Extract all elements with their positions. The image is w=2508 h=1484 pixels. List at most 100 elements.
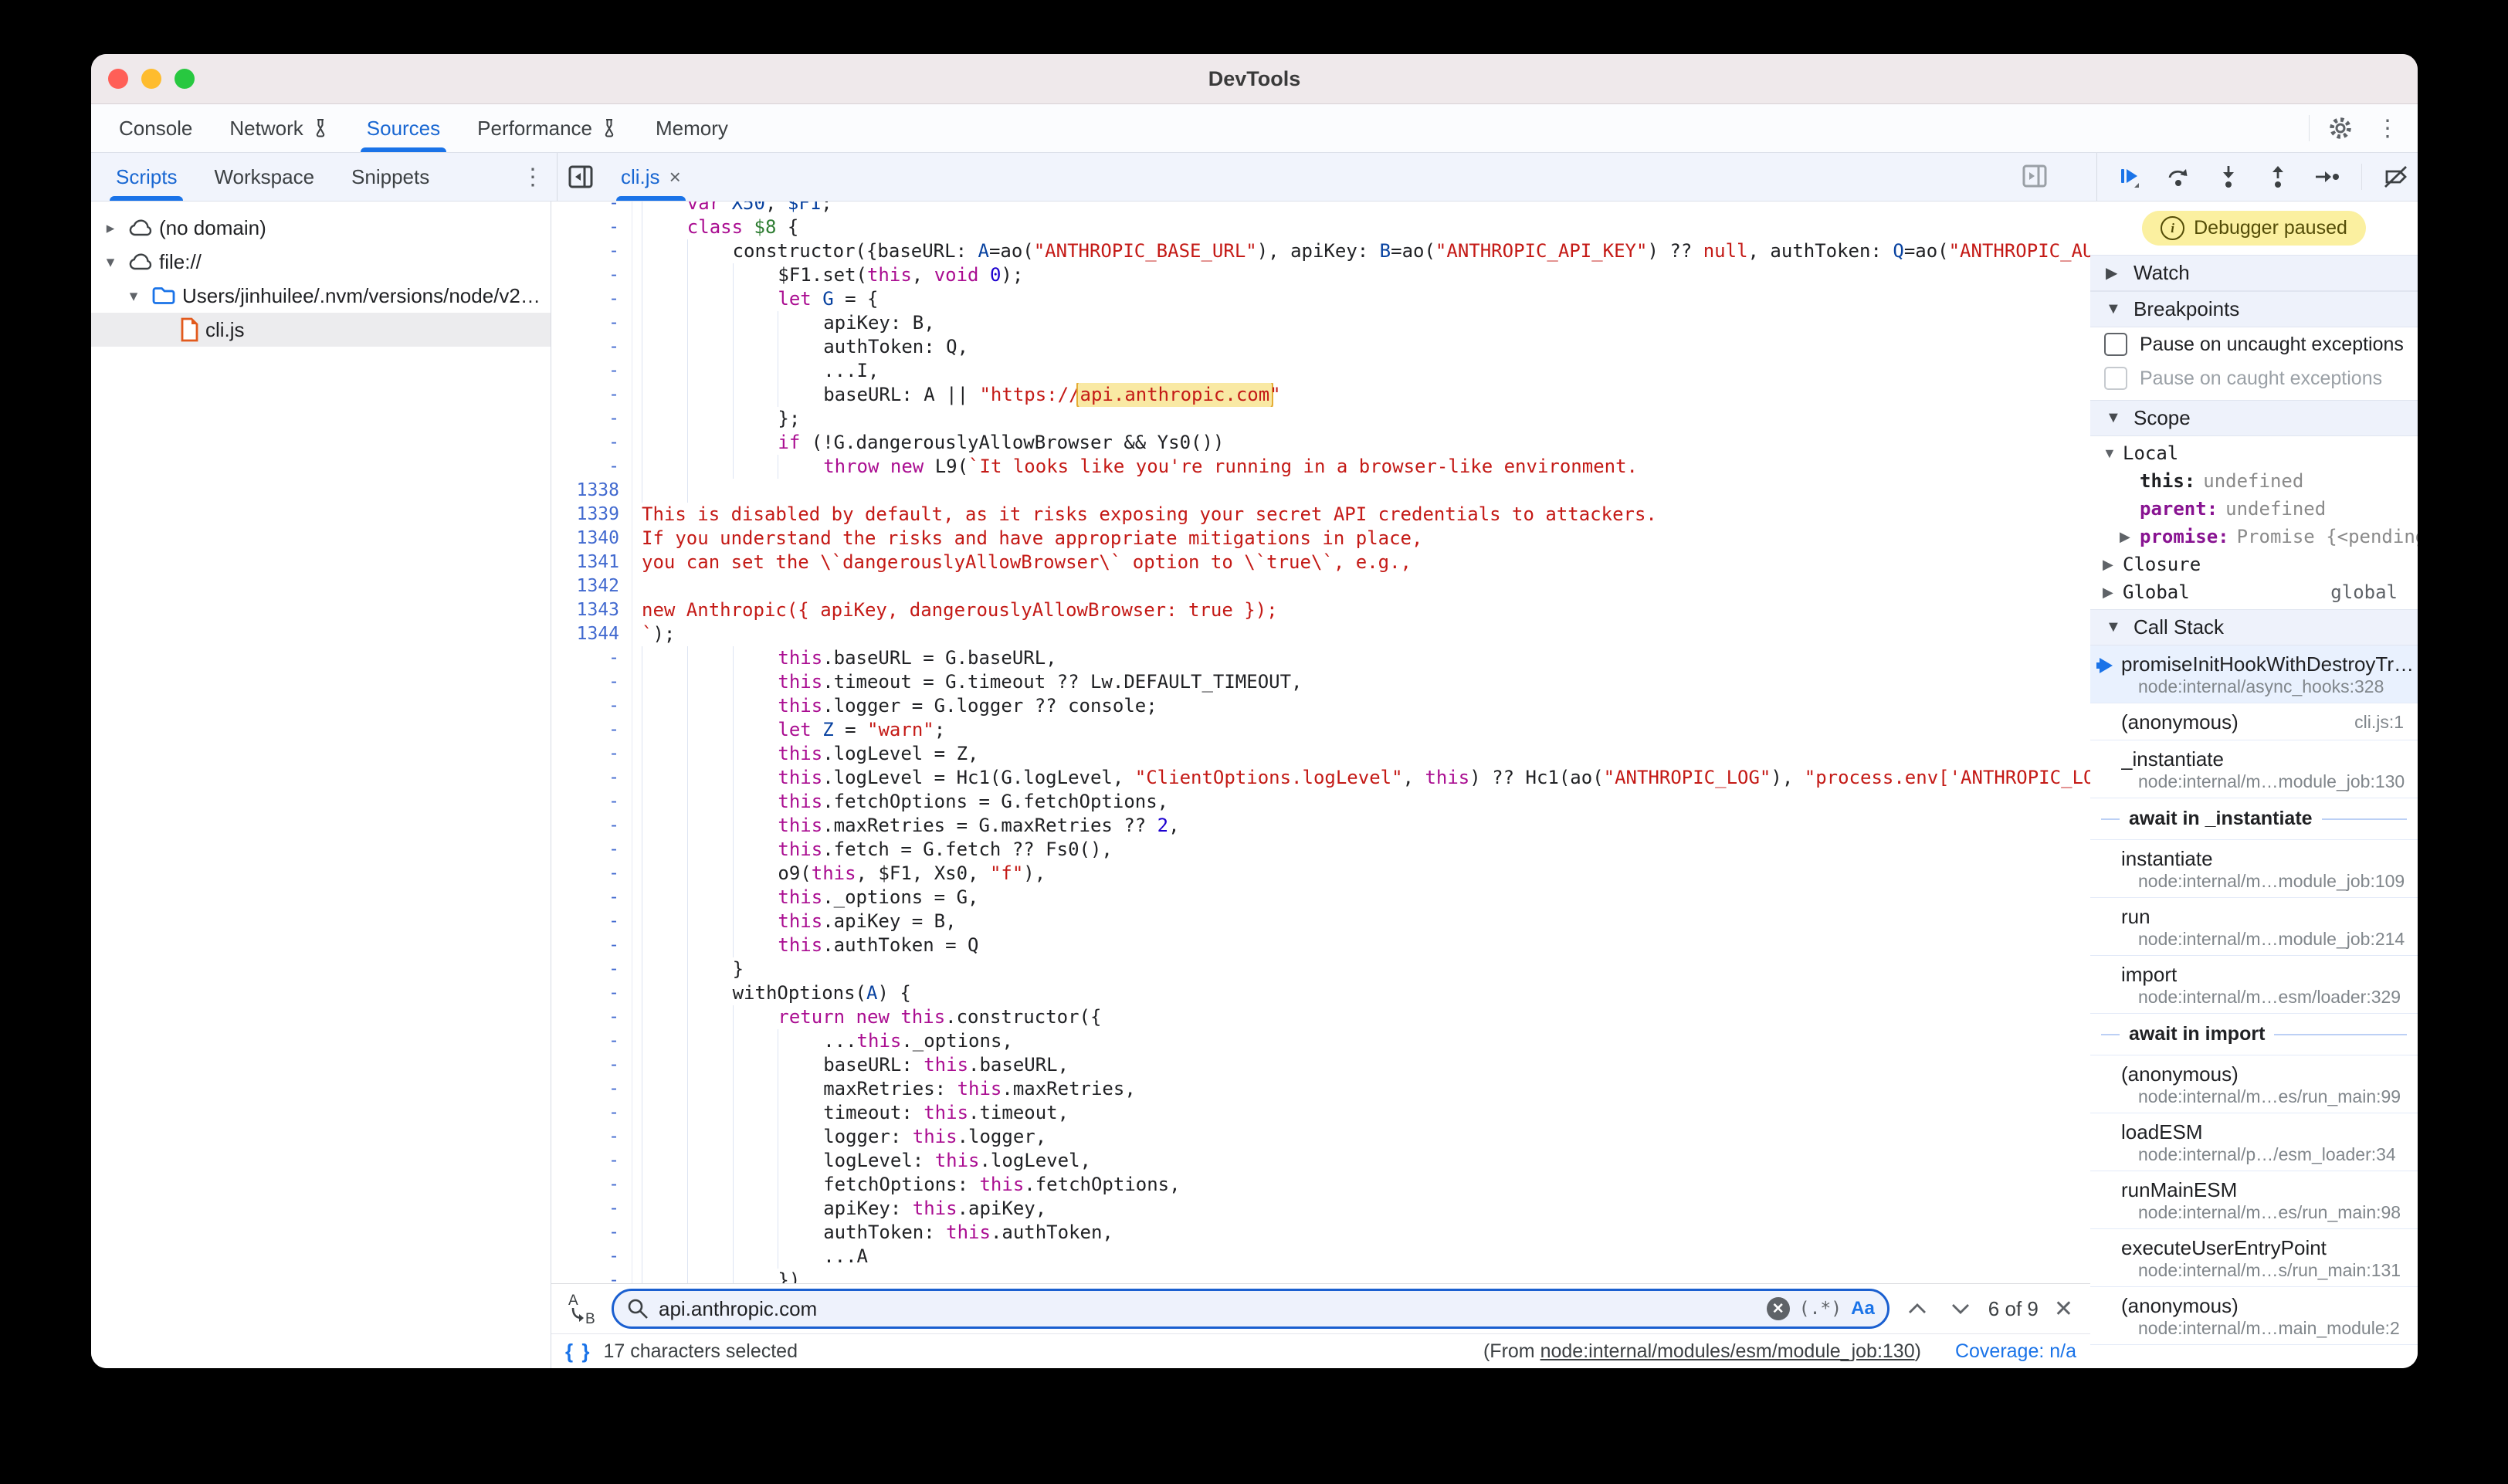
tree-item-file-scheme[interactable]: ▾ file:// <box>91 245 551 279</box>
tree-item-clijs[interactable]: cli.js <box>91 313 551 347</box>
tab-workspace[interactable]: Workspace <box>195 153 333 201</box>
scope-promise[interactable]: ▶ promise: Promise {<pending>} <box>2090 523 2418 551</box>
tab-performance[interactable]: Performance <box>459 104 637 152</box>
step-over-icon[interactable] <box>2164 161 2194 192</box>
line-number[interactable]: - <box>551 670 632 694</box>
chevron-down-icon[interactable]: ▾ <box>99 252 122 272</box>
line-number[interactable]: 1344 <box>551 622 632 646</box>
call-stack-frame[interactable]: runnode:internal/m…module_job:214 <box>2090 898 2418 956</box>
chevron-down-icon[interactable]: ▾ <box>122 286 145 306</box>
search-input[interactable]: api.anthropic.com ✕ (.*) Aa <box>612 1289 1889 1329</box>
line-number[interactable]: - <box>551 202 632 215</box>
line-number[interactable]: - <box>551 766 632 790</box>
section-watch[interactable]: ▶ Watch <box>2090 255 2418 291</box>
line-number[interactable]: - <box>551 1245 632 1269</box>
call-stack-frame[interactable]: importnode:internal/m…esm/loader:329 <box>2090 956 2418 1014</box>
line-number[interactable]: - <box>551 455 632 479</box>
line-number[interactable]: - <box>551 790 632 814</box>
line-number[interactable]: - <box>551 933 632 957</box>
line-number[interactable]: - <box>551 862 632 886</box>
next-match-icon[interactable] <box>1945 1293 1976 1324</box>
minimize-window-button[interactable] <box>141 69 161 89</box>
search-query[interactable]: api.anthropic.com <box>659 1297 1757 1321</box>
pause-caught-checkbox[interactable] <box>2104 367 2127 390</box>
deactivate-breakpoints-icon[interactable] <box>2381 161 2411 192</box>
close-tab-icon[interactable]: × <box>669 165 681 189</box>
step-out-icon[interactable] <box>2262 161 2293 192</box>
line-number[interactable]: - <box>551 1149 632 1173</box>
zoom-window-button[interactable] <box>175 69 195 89</box>
line-number[interactable]: - <box>551 1197 632 1221</box>
line-number[interactable]: - <box>551 239 632 263</box>
scope-global[interactable]: ▶ Global global <box>2090 578 2418 606</box>
scope-local[interactable]: ▼ Local <box>2090 439 2418 467</box>
more-options-icon[interactable]: ⋮ <box>2371 115 2404 142</box>
line-number[interactable]: - <box>551 981 632 1005</box>
call-stack-frame[interactable]: instantiatenode:internal/m…module_job:10… <box>2090 840 2418 898</box>
line-number[interactable]: - <box>551 838 632 862</box>
call-stack-frame[interactable]: loadESMnode:internal/p…/esm_loader:34 <box>2090 1113 2418 1171</box>
line-number[interactable]: - <box>551 335 632 359</box>
line-number[interactable]: 1339 <box>551 503 632 527</box>
tab-console[interactable]: Console <box>100 104 211 152</box>
call-stack-frame[interactable]: (anonymous)cli.js:1 <box>2090 703 2418 740</box>
step-into-icon[interactable] <box>2213 161 2244 192</box>
call-stack-frame[interactable]: (anonymous)node:internal/m…es/run_main:9… <box>2090 1055 2418 1113</box>
line-number[interactable]: 1342 <box>551 574 632 598</box>
pause-uncaught-row[interactable]: Pause on uncaught exceptions <box>2090 327 2418 361</box>
line-number[interactable]: - <box>551 886 632 910</box>
pretty-print-icon[interactable]: { } <box>565 1340 591 1364</box>
line-number[interactable]: - <box>551 263 632 287</box>
line-number[interactable]: - <box>551 910 632 933</box>
call-stack-frame[interactable]: promiseInitHookWithDestroyTr…node:intern… <box>2090 645 2418 703</box>
line-number[interactable]: - <box>551 1173 632 1197</box>
tab-sources[interactable]: Sources <box>348 104 459 152</box>
line-number[interactable]: - <box>551 646 632 670</box>
clear-search-icon[interactable]: ✕ <box>1767 1297 1790 1320</box>
line-number[interactable]: - <box>551 215 632 239</box>
section-call-stack[interactable]: ▼ Call Stack <box>2090 609 2418 645</box>
line-number[interactable]: - <box>551 311 632 335</box>
line-number[interactable]: - <box>551 1221 632 1245</box>
line-number[interactable]: - <box>551 742 632 766</box>
line-number[interactable]: - <box>551 287 632 311</box>
regex-toggle[interactable]: (.*) <box>1799 1299 1842 1319</box>
section-scope[interactable]: ▼ Scope <box>2090 400 2418 436</box>
tree-item-no-domain[interactable]: ▸ (no domain) <box>91 211 551 245</box>
match-case-toggle[interactable]: Aa <box>1851 1298 1875 1320</box>
close-window-button[interactable] <box>108 69 128 89</box>
line-number[interactable]: - <box>551 1005 632 1029</box>
call-stack-frame[interactable]: _instantiatenode:internal/m…module_job:1… <box>2090 740 2418 798</box>
line-number[interactable]: - <box>551 718 632 742</box>
navigator-more-icon[interactable]: ⋮ <box>517 164 549 191</box>
call-stack-frame[interactable]: (anonymous)node:internal/m…main_module:2 <box>2090 1287 2418 1345</box>
line-number[interactable]: 1338 <box>551 479 632 503</box>
tab-network[interactable]: Network <box>211 104 347 152</box>
file-tab-clijs[interactable]: cli.js × <box>607 153 695 201</box>
line-number[interactable]: - <box>551 814 632 838</box>
line-number[interactable]: 1343 <box>551 598 632 622</box>
line-number[interactable]: - <box>551 359 632 383</box>
resume-script-icon[interactable] <box>2114 161 2145 192</box>
call-stack-frame[interactable]: runMainESMnode:internal/m…es/run_main:98 <box>2090 1171 2418 1229</box>
chevron-right-icon[interactable]: ▸ <box>99 219 122 238</box>
pause-uncaught-checkbox[interactable] <box>2104 333 2127 356</box>
step-icon[interactable] <box>2312 161 2343 192</box>
line-number[interactable]: - <box>551 1125 632 1149</box>
scope-closure[interactable]: ▶ Closure <box>2090 551 2418 578</box>
previous-match-icon[interactable] <box>1902 1293 1933 1324</box>
line-number[interactable]: - <box>551 694 632 718</box>
close-search-icon[interactable]: ✕ <box>2051 1296 2076 1323</box>
line-number[interactable]: - <box>551 1077 632 1101</box>
settings-gear-icon[interactable] <box>2325 113 2356 144</box>
chevron-right-icon[interactable]: ▶ <box>2120 529 2140 545</box>
section-breakpoints[interactable]: ▼ Breakpoints <box>2090 291 2418 327</box>
hide-navigator-icon[interactable] <box>565 161 596 192</box>
line-number[interactable]: - <box>551 1269 632 1283</box>
line-number[interactable]: - <box>551 1101 632 1125</box>
tab-scripts[interactable]: Scripts <box>97 153 195 201</box>
line-number[interactable]: - <box>551 383 632 407</box>
line-number[interactable]: 1340 <box>551 527 632 551</box>
pause-caught-row[interactable]: Pause on caught exceptions <box>2090 361 2418 395</box>
toggle-debugger-sidebar-icon[interactable] <box>2019 161 2050 191</box>
